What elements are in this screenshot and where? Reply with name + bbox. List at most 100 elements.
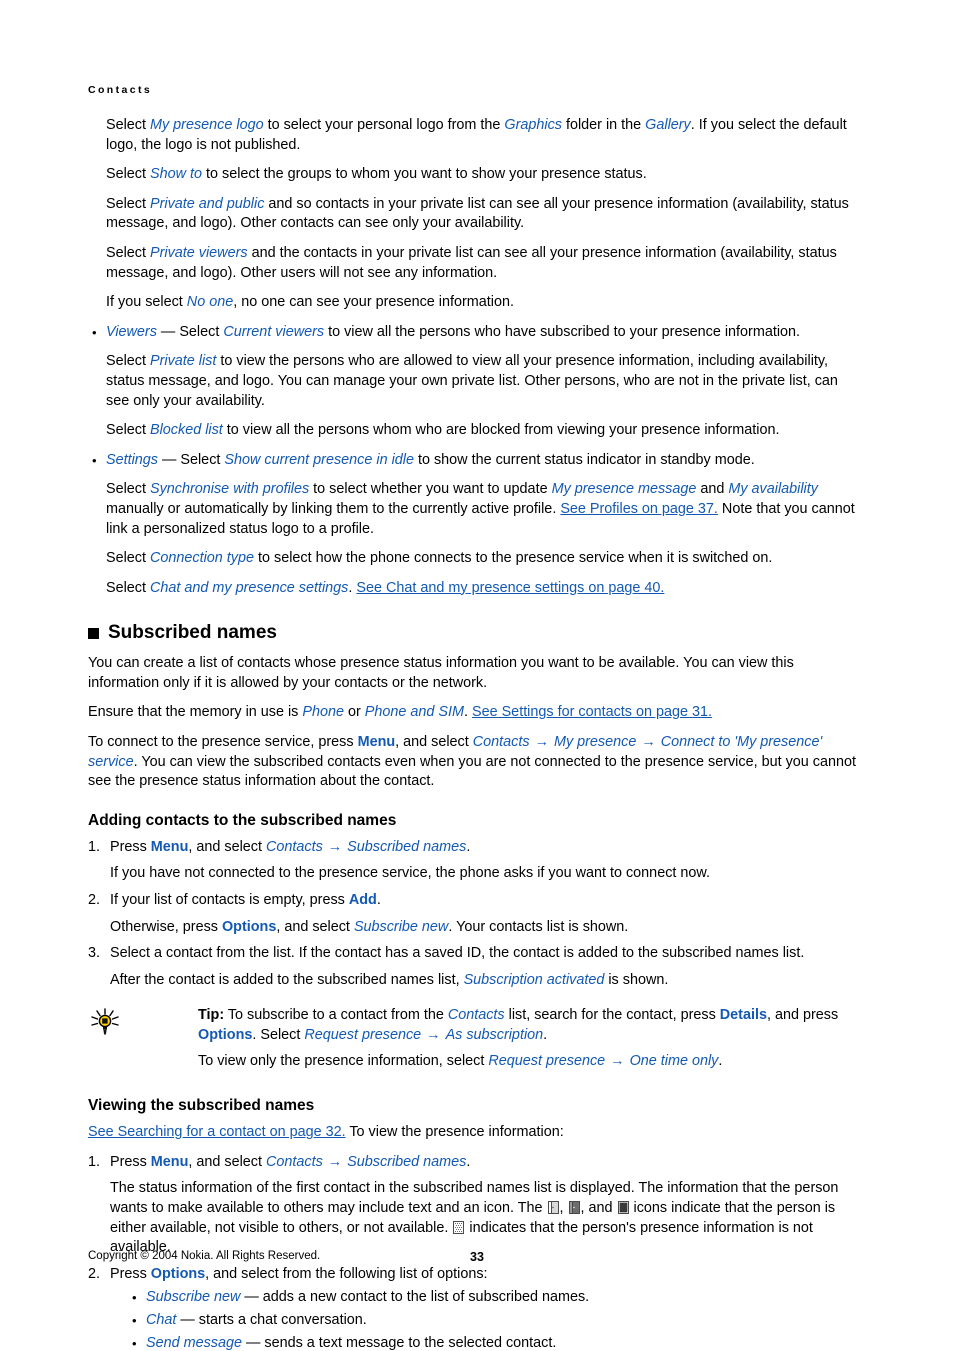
door-open-icon [547,1200,559,1214]
term-no-one: No one [186,294,234,311]
option-desc: — sends a text message to the selected c… [242,1334,557,1351]
term-one-time-only: One time only [629,1052,719,1069]
text-fragment: Press [110,838,151,855]
term-contacts: Contacts [447,1007,505,1024]
text-fragment: . [376,892,381,909]
text-fragment: , and select from the following list of … [205,1265,488,1282]
term-private-and-public: Private and public [150,195,265,212]
paragraph-memory-in-use: Ensure that the memory in use is Phone o… [88,703,858,723]
key-options: Options [150,1265,206,1282]
text-fragment: To view the presence information: [345,1124,564,1141]
list-item-step-3: 3. Select a contact from the list. If th… [88,944,858,990]
paragraph-private-viewers: Select Private viewers and the contacts … [106,244,858,283]
term-contacts: Contacts [472,734,530,751]
text-fragment: Select [106,579,150,596]
text-fragment: — Select [156,323,224,340]
link-see-profiles-page-37[interactable]: See Profiles on page 37. [560,501,718,517]
subsection-heading-viewing-subscribed-names: Viewing the subscribed names [88,1097,315,1115]
text-fragment: to view all the persons who have subscri… [324,323,801,340]
text-fragment: To view only the presence information, s… [198,1052,489,1069]
term-current-viewers: Current viewers [223,323,325,340]
link-see-chat-and-my-presence-settings-page-40[interactable]: See Chat and my presence settings on pag… [356,580,664,596]
option-term: Chat [146,1311,177,1328]
link-see-settings-for-contacts-page-31[interactable]: See Settings for contacts on page 31. [472,704,712,720]
text-fragment: Press [110,1265,151,1282]
step-2-subtext: Otherwise, press Options, and select Sub… [110,918,858,938]
page-number: 33 [470,1250,484,1264]
term-my-presence-message: My presence message [551,481,697,498]
list-item-step-1: 1. Press Menu, and select Contacts → Subsc… [88,838,858,884]
text-fragment: and [696,481,729,498]
step-3-text: Select a contact from the list. If the c… [110,945,805,962]
step-3-subtext: After the contact is added to the subscr… [110,971,858,991]
arrow-icon: → [426,1027,441,1043]
term-settings: Settings [106,451,158,468]
text-fragment: . [466,838,471,855]
term-as-subscription: As subscription [445,1027,544,1043]
text-fragment: Select [106,422,150,439]
term-phone-and-sim: Phone and SIM [364,704,464,721]
term-synchronise-with-profiles: Synchronise with profiles [150,481,310,498]
term-gallery: Gallery [645,117,691,133]
term-my-presence-logo: My presence logo [150,117,264,133]
square-bullet-icon [88,627,99,639]
tip-block: Tip: To subscribe to a contact from the … [88,1006,858,1077]
arrow-icon: → [534,734,549,751]
option-term: Send message [146,1334,242,1351]
text-fragment: The status information of the first cont… [110,1180,839,1197]
text-fragment: To connect to the presence service, pres… [88,734,358,751]
option-desc: — adds a new contact to the list of subs… [240,1289,590,1306]
paragraph-viewing-intro: See Searching for a contact on page 32. … [88,1123,858,1143]
text-fragment: . Select [252,1027,305,1043]
term-private-list: Private list [150,353,217,370]
text-fragment: , and select [395,734,473,751]
term-show-current-presence-in-idle: Show current presence in idle [224,451,414,468]
key-menu: Menu [150,1153,189,1170]
text-fragment: to select how the phone connects to the … [254,550,773,567]
term-graphics: Graphics [504,117,562,133]
term-my-availability: My availability [728,481,818,498]
list-item-step-2: 2. If your list of contacts is empty, pr… [88,891,858,937]
page-footer: Copyright © 2004 Nokia. All Rights Reser… [88,1250,858,1264]
bullet-settings: Settings — Select Show current presence … [88,451,858,471]
paragraph-private-list: Select Private list to view the persons … [106,352,858,411]
arrow-icon: → [610,1052,625,1069]
paragraph-chat-and-my-presence-settings: Select Chat and my presence settings. Se… [106,579,858,599]
option-desc: — starts a chat conversation. [176,1311,367,1328]
paragraph-private-and-public: Select Private and public and so contact… [106,195,858,234]
text-fragment: If you select [106,294,187,311]
text-fragment: to view all the persons whom who are blo… [222,422,780,439]
tip-body: Tip: To subscribe to a contact from the … [198,1006,858,1077]
text-fragment: . [718,1052,723,1069]
step-1-text: Press Menu, and select Contacts → Subscrib… [110,838,858,858]
key-menu: Menu [357,734,396,751]
step-number: 2. [88,892,101,909]
list-item-step-1: 1. Press Menu, and select Contacts → Subsc… [88,1153,858,1258]
list-item-step-2: 2. Press Options, and select from the fo… [88,1265,858,1351]
text-fragment: — Select [158,451,225,468]
section-heading-text: Subscribed names [108,622,277,644]
paragraph-connect-presence-service: To connect to the presence service, pres… [88,733,858,792]
list-item-option: Send message — sends a text message to t… [130,1334,858,1351]
text-fragment: . Your contacts list is shown. [448,918,629,935]
adding-steps-list: 1. Press Menu, and select Contacts → Subsc… [88,838,858,991]
door-filled-icon [617,1200,629,1214]
step-2-text: If your list of contacts is empty, press… [110,891,858,911]
text-fragment: Otherwise, press [110,918,222,935]
tip-label: Tip: [198,1007,225,1024]
bullet-viewers: Viewers — Select Current viewers to view… [88,323,858,343]
text-fragment: Press [110,1153,151,1170]
paragraph-blocked-list: Select Blocked list to view all the pers… [106,421,858,441]
link-see-searching-for-a-contact-page-32[interactable]: See Searching for a contact on page 32. [88,1124,346,1140]
text-fragment: . [543,1027,548,1043]
text-fragment: , and press [766,1007,839,1024]
arrow-icon: → [641,734,656,751]
viewing-step-1-text: Press Menu, and select Contacts → Subscrib… [110,1153,858,1173]
text-fragment: to view the persons who are allowed to v… [106,353,838,409]
text-fragment: , no one can see your presence informati… [233,294,514,311]
text-fragment: to select whether you want to update [309,481,552,498]
tip-line-1: Tip: To subscribe to a contact from the … [198,1006,858,1045]
term-subscribed-names: Subscribed names [347,838,467,855]
step-number: 1. [88,838,101,855]
text-fragment: Select [106,550,150,567]
